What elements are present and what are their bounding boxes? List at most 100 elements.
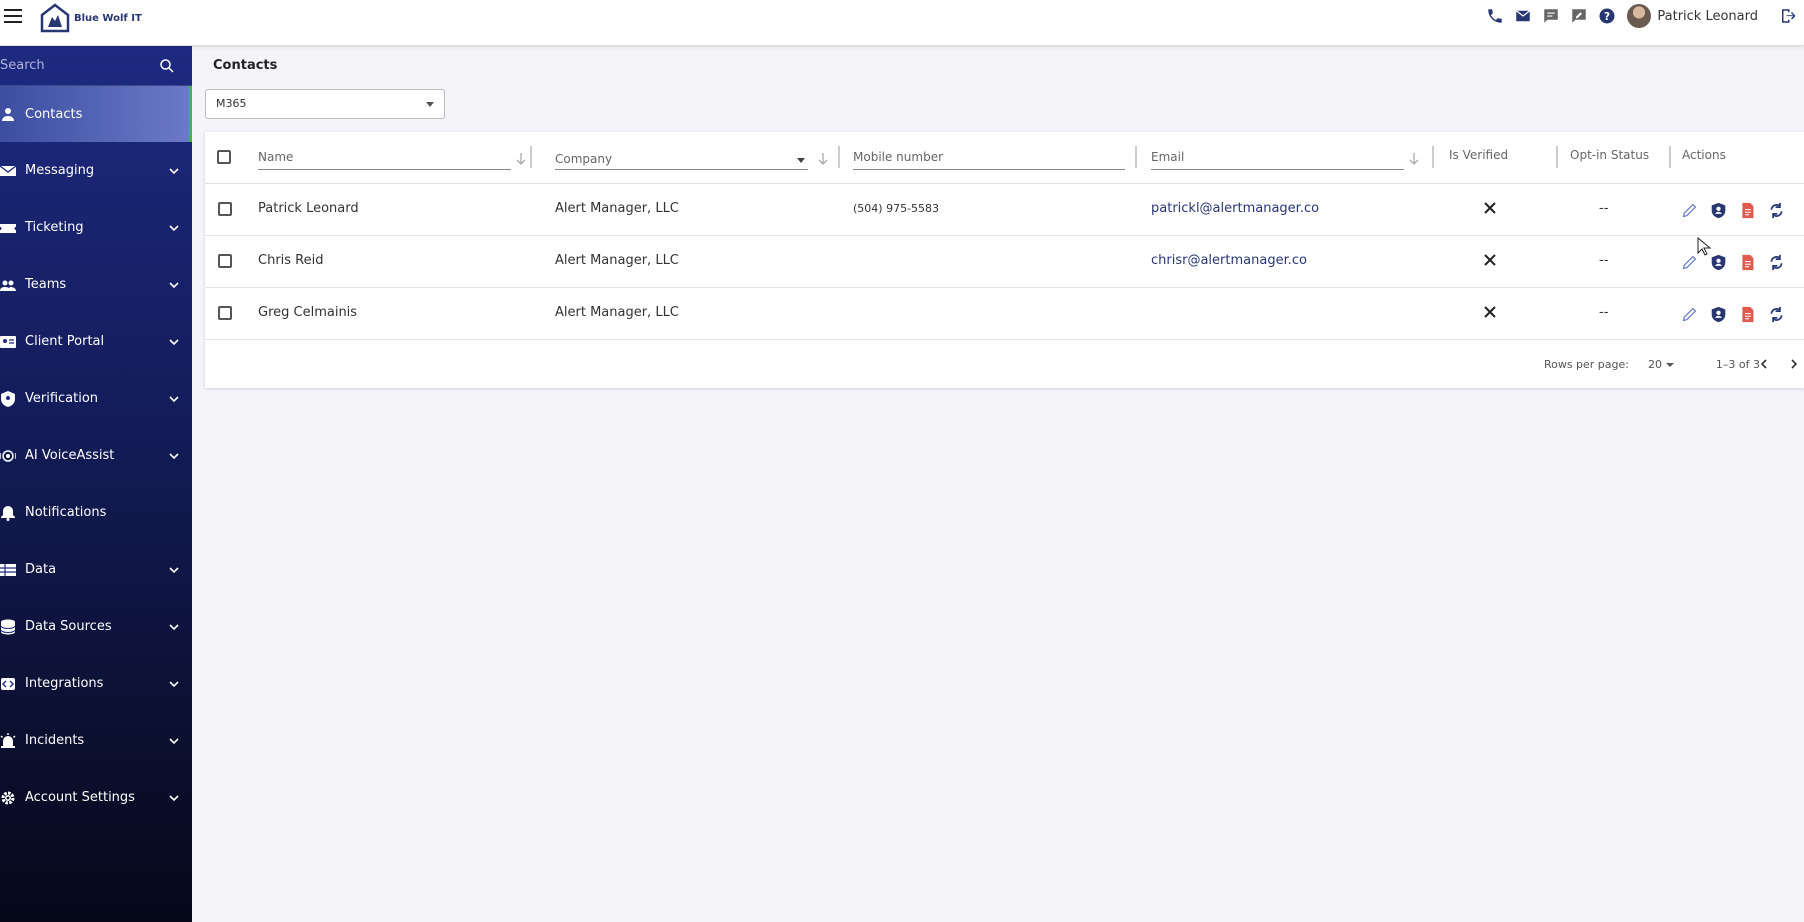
chevron-down-icon [169,452,179,459]
sidebar-search [0,46,192,86]
sidebar-item-label: Data [25,562,57,577]
sort-arrow-icon[interactable] [1408,152,1420,166]
group-select[interactable]: M365 [205,89,445,119]
column-company[interactable]: Company [555,132,840,184]
close-icon [1484,306,1496,318]
chevron-down-icon [169,623,179,630]
sidebar-item-ai-voiceassist[interactable]: AI VoiceAssist [0,427,192,484]
table-header: Name Company Mobile number Email Is Veri… [205,132,1804,184]
feedback-icon[interactable] [1569,6,1589,26]
rows-per-page-select[interactable]: 20 [1648,358,1674,371]
row-checkbox[interactable] [218,254,232,268]
wolf-logo-icon [40,3,70,33]
chevron-down-icon [169,395,179,402]
sidebar-item-data-sources[interactable]: Data Sources [0,598,192,655]
search-icon[interactable] [158,57,176,75]
next-page-button[interactable] [1784,354,1804,374]
sidebar-item-incidents[interactable]: Incidents [0,712,192,769]
previous-page-button[interactable] [1754,354,1774,374]
shield-icon[interactable] [1708,200,1728,220]
sidebar-item-notifications[interactable]: Notifications [0,484,192,541]
sidebar-item-contacts[interactable]: Contacts [0,86,192,142]
rows-per-page-label: Rows per page: [1543,358,1629,371]
gear-icon [0,789,18,807]
table-row[interactable]: Chris Reid Alert Manager, LLC chrisr@ale… [205,236,1804,288]
search-input[interactable] [0,58,150,73]
caret-down-icon [426,102,434,107]
sidebar-item-label: Incidents [25,733,85,748]
caret-down-icon[interactable] [797,158,805,163]
bell-icon [0,504,18,522]
phone-icon[interactable] [1485,6,1505,26]
sidebar-item-integrations[interactable]: Integrations [0,655,192,712]
sort-arrow-icon[interactable] [515,152,527,166]
sidebar-item-label: Account Settings [25,790,135,805]
sidebar-item-data[interactable]: Data [0,541,192,598]
column-actions: Actions [1682,148,1726,162]
avatar[interactable] [1627,4,1652,28]
logo[interactable]: Blue Wolf IT [38,0,142,36]
opt-in-status: -- [1599,201,1609,216]
chat-icon[interactable] [1541,6,1561,26]
row-checkbox[interactable] [218,306,232,320]
row-checkbox[interactable] [218,202,232,216]
email-icon[interactable] [1513,6,1533,26]
sort-arrow-icon[interactable] [817,152,829,166]
menu-icon[interactable] [4,9,22,23]
sidebar-item-label: Messaging [25,163,95,178]
mail-icon [0,162,18,180]
user-name[interactable]: Patrick Leonard [1657,9,1758,24]
sidebar-item-account-settings[interactable]: Account Settings [0,769,192,826]
contact-company: Alert Manager, LLC [555,253,679,268]
sidebar-item-verification[interactable]: Verification [0,370,192,427]
contact-company: Alert Manager, LLC [555,305,679,320]
help-icon[interactable]: ? [1597,6,1617,26]
top-bar: Blue Wolf IT ? Patrick Leonard [0,0,1804,46]
shield-icon[interactable] [1708,304,1728,324]
sidebar-item-messaging[interactable]: Messaging [0,142,192,199]
sidebar-item-label: Notifications [25,505,107,520]
sidebar-item-teams[interactable]: Teams [0,256,192,313]
chevron-down-icon [169,737,179,744]
sidebar-item-label: Verification [25,391,99,406]
sync-icon[interactable] [1766,304,1786,324]
edit-icon[interactable] [1679,252,1699,272]
contact-company: Alert Manager, LLC [555,201,679,216]
sidebar: Contacts Messaging Ticketing Teams Clien… [0,46,192,922]
table-row[interactable]: Patrick Leonard Alert Manager, LLC (504)… [205,184,1804,236]
column-opt-in-status: Opt-in Status [1570,132,1680,184]
select-all-checkbox[interactable] [217,150,231,164]
contact-email[interactable]: chrisr@alertmanager.co [1151,253,1307,268]
sidebar-item-label: Contacts [25,106,83,122]
sidebar-item-label: AI VoiceAssist [25,448,115,463]
document-icon[interactable] [1737,200,1757,220]
sync-icon[interactable] [1766,252,1786,272]
sidebar-item-label: Client Portal [25,334,105,349]
sidebar-item-client-portal[interactable]: Client Portal [0,313,192,370]
contacts-table: Name Company Mobile number Email Is Veri… [205,132,1804,388]
chevron-down-icon [169,224,179,231]
chevron-down-icon [169,338,179,345]
table-row[interactable]: Greg Celmainis Alert Manager, LLC -- [205,288,1804,340]
close-icon [1484,202,1496,214]
column-name[interactable]: Name [258,132,532,184]
integration-icon [0,675,18,693]
chevron-down-icon [169,680,179,687]
logout-icon[interactable] [1778,6,1798,26]
sidebar-item-ticketing[interactable]: Ticketing [0,199,192,256]
document-icon[interactable] [1737,304,1757,324]
sync-icon[interactable] [1766,200,1786,220]
sidebar-item-label: Data Sources [25,619,112,634]
column-mobile-number[interactable]: Mobile number [853,132,1143,184]
chevron-down-icon [169,566,179,573]
chevron-down-icon [169,281,179,288]
column-email[interactable]: Email [1151,132,1441,184]
contact-email[interactable]: patrickl@alertmanager.co [1151,201,1319,216]
document-icon[interactable] [1737,252,1757,272]
edit-icon[interactable] [1679,200,1699,220]
sidebar-item-label: Teams [25,277,67,292]
column-is-verified: Is Verified [1449,132,1559,184]
edit-icon[interactable] [1679,304,1699,324]
table-pagination: Rows per page: 20 1–3 of 3 [205,340,1804,388]
page-title: Contacts [213,58,278,73]
